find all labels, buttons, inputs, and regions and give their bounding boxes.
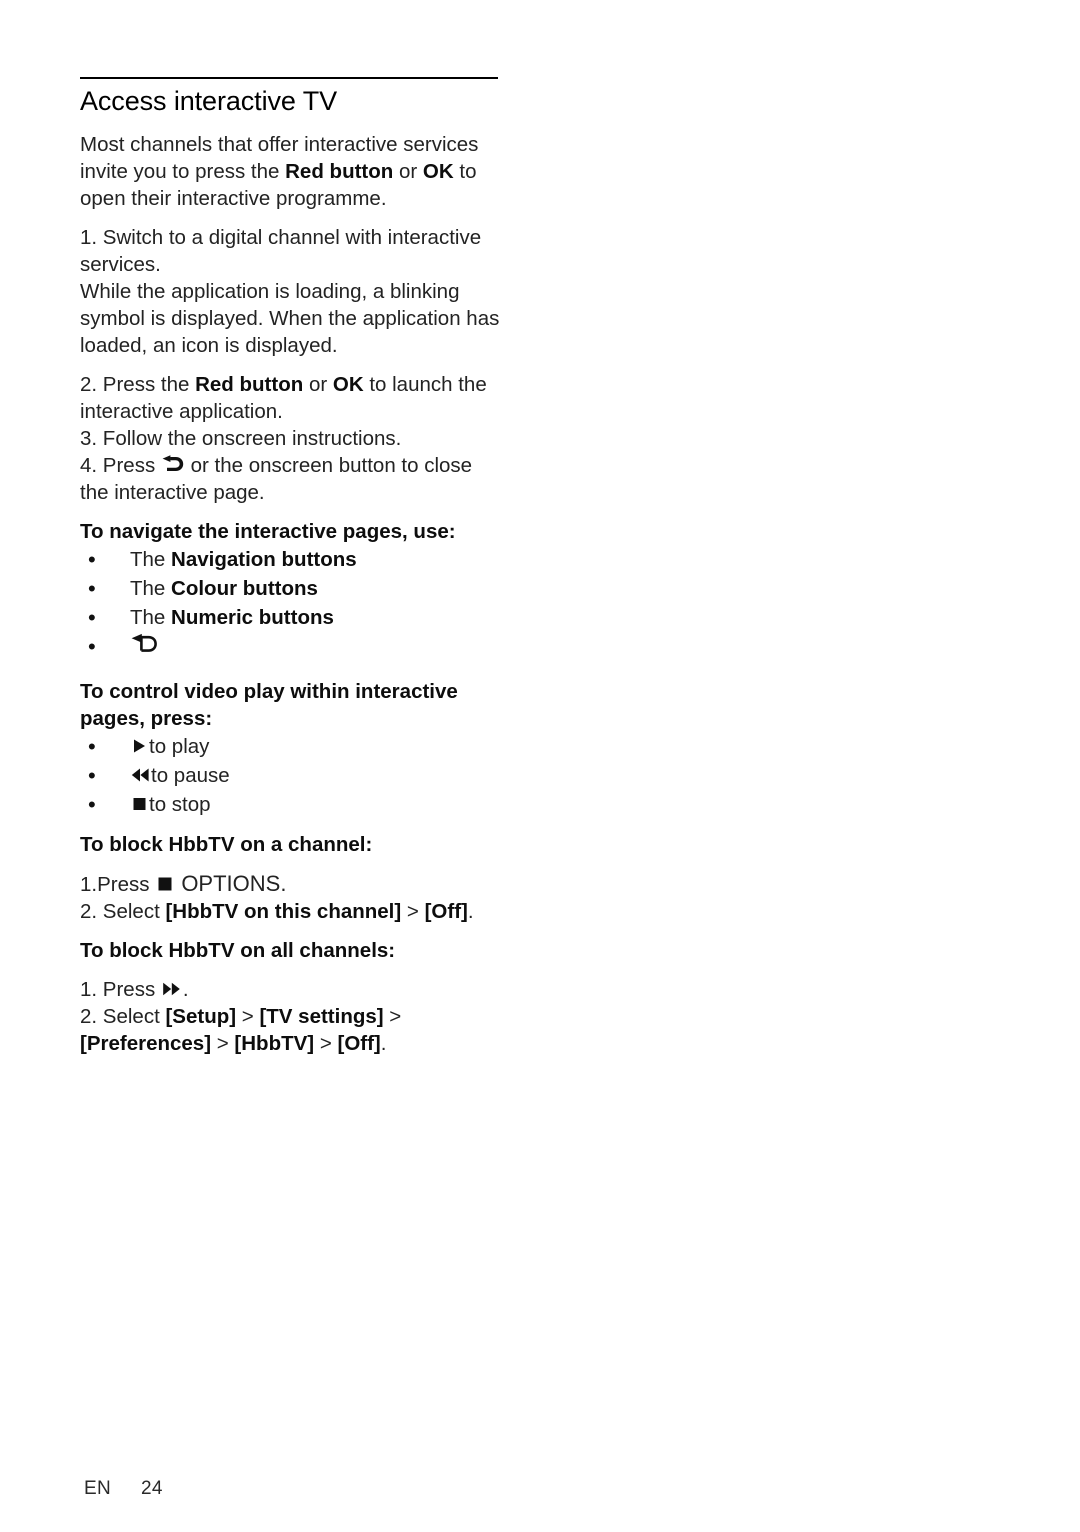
video-control-list: • to play • to pause • to stop bbox=[80, 732, 500, 819]
block-channel-step-1-text-2: OPTIONS. bbox=[175, 870, 287, 896]
bullet-dot: • bbox=[88, 762, 96, 788]
intro-text-2: or bbox=[393, 159, 423, 183]
page-title: Access interactive TV bbox=[80, 86, 337, 116]
step-2-text-1: 2. Press the bbox=[80, 372, 196, 396]
step-2-bold-red-button: Red button bbox=[195, 372, 304, 396]
block-channel-step-2-text-3: . bbox=[467, 899, 474, 923]
block-all-step-2-text-5: > bbox=[314, 1031, 338, 1055]
navigate-heading: To navigate the interactive pages, use: bbox=[80, 519, 456, 543]
block-all-step-2-text-1: 2. Select bbox=[80, 1004, 166, 1028]
step-4-text-1: 4. Press bbox=[80, 453, 161, 477]
block-all-step-2-text-6: . bbox=[380, 1031, 387, 1055]
rewind-icon bbox=[131, 766, 150, 784]
loading-note: While the application is loading, a blin… bbox=[80, 279, 500, 357]
block-all-step-1-text-1: 1. Press bbox=[80, 977, 161, 1001]
step-4: 4. Press or the onscreen button to close… bbox=[80, 452, 500, 506]
list-item: • The Navigation buttons bbox=[80, 545, 500, 574]
list-item: • to pause bbox=[80, 761, 500, 790]
intro-bold-ok: OK bbox=[422, 159, 454, 183]
stop-icon bbox=[131, 795, 148, 813]
video-item-label: to play bbox=[149, 734, 210, 758]
list-item-prefix: The bbox=[130, 576, 172, 600]
intro-bold-red-button: Red button bbox=[285, 159, 394, 183]
video-control-heading: To control video play within interactive… bbox=[80, 679, 458, 730]
back-arrow-icon bbox=[130, 633, 160, 659]
list-item: • to play bbox=[80, 732, 500, 761]
block-all-option-off: [Off] bbox=[337, 1031, 381, 1055]
bullet-dot: • bbox=[88, 733, 96, 759]
step-3: 3. Follow the onscreen instructions. bbox=[80, 426, 402, 450]
block-channel-step-1-text-1: 1.Press bbox=[80, 872, 156, 896]
block-channel-step-2: 2. Select [HbbTV on this channel] > [Off… bbox=[80, 898, 500, 925]
block-all-step-2: 2. Select [Setup] > [TV settings] > [Pre… bbox=[80, 1003, 500, 1057]
bullet-dot: • bbox=[88, 604, 96, 630]
list-item-bold: Colour buttons bbox=[171, 576, 318, 600]
list-item-bold: Numeric buttons bbox=[171, 605, 334, 629]
block-channel-step-1: 1.Press OPTIONS. bbox=[80, 870, 500, 898]
fast-forward-icon bbox=[162, 980, 182, 998]
intro-paragraph: Most channels that offer interactive ser… bbox=[80, 131, 500, 212]
block-all-step-2-text-4: > bbox=[211, 1031, 235, 1055]
document-page: Access interactive TV Most channels that… bbox=[80, 0, 500, 1057]
block-all-option-preferences: [Preferences] bbox=[80, 1031, 212, 1055]
list-item: • to stop bbox=[80, 790, 500, 819]
play-icon bbox=[131, 737, 148, 755]
navigate-button-list: • The Navigation buttons • The Colour butt… bbox=[80, 545, 500, 666]
footer-page-number: 24 bbox=[141, 1478, 163, 1499]
bullet-dot: • bbox=[88, 633, 96, 659]
video-item-label: to stop bbox=[149, 792, 211, 816]
bullet-dot: • bbox=[88, 575, 96, 601]
step-2: 2. Press the Red button or OK to launch … bbox=[80, 371, 500, 425]
back-arrow-icon bbox=[162, 455, 184, 474]
page-footer: EN 24 bbox=[84, 1478, 163, 1500]
list-item-prefix: The bbox=[130, 605, 172, 629]
block-all-step-2-text-3: > bbox=[383, 1004, 402, 1028]
step-2-bold-ok: OK bbox=[332, 372, 364, 396]
block-all-option-hbbtv: [HbbTV] bbox=[234, 1031, 315, 1055]
block-all-heading: To block HbbTV on all channels: bbox=[80, 938, 396, 962]
list-item-bold: Navigation buttons bbox=[171, 547, 357, 571]
bullet-dot: • bbox=[88, 791, 96, 817]
block-channel-step-2-text-2: > bbox=[401, 899, 425, 923]
block-all-step-1: 1. Press . bbox=[80, 976, 500, 1003]
step-1: 1. Switch to a digital channel with inte… bbox=[80, 225, 482, 276]
block-all-option-setup: [Setup] bbox=[165, 1004, 237, 1028]
block-channel-option-off: [Off] bbox=[424, 899, 468, 923]
header-rule bbox=[80, 77, 498, 79]
list-item-prefix: The bbox=[130, 547, 172, 571]
stop-square-icon bbox=[156, 874, 174, 893]
step-2-text-2: or bbox=[303, 372, 333, 396]
block-all-step-2-text-2: > bbox=[236, 1004, 260, 1028]
bullet-dot: • bbox=[88, 546, 96, 572]
block-all-option-tv-settings: [TV settings] bbox=[259, 1004, 384, 1028]
block-all-step-1-text-2: . bbox=[182, 977, 189, 1001]
list-item: • bbox=[80, 632, 500, 666]
list-item: • The Numeric buttons bbox=[80, 603, 500, 632]
block-channel-step-2-text-1: 2. Select bbox=[80, 899, 166, 923]
list-item: • The Colour buttons bbox=[80, 574, 500, 603]
footer-language: EN bbox=[84, 1478, 111, 1499]
block-channel-heading: To block HbbTV on a channel: bbox=[80, 832, 373, 856]
block-channel-option-hbbtv: [HbbTV on this channel] bbox=[165, 899, 402, 923]
video-item-label: to pause bbox=[151, 763, 230, 787]
